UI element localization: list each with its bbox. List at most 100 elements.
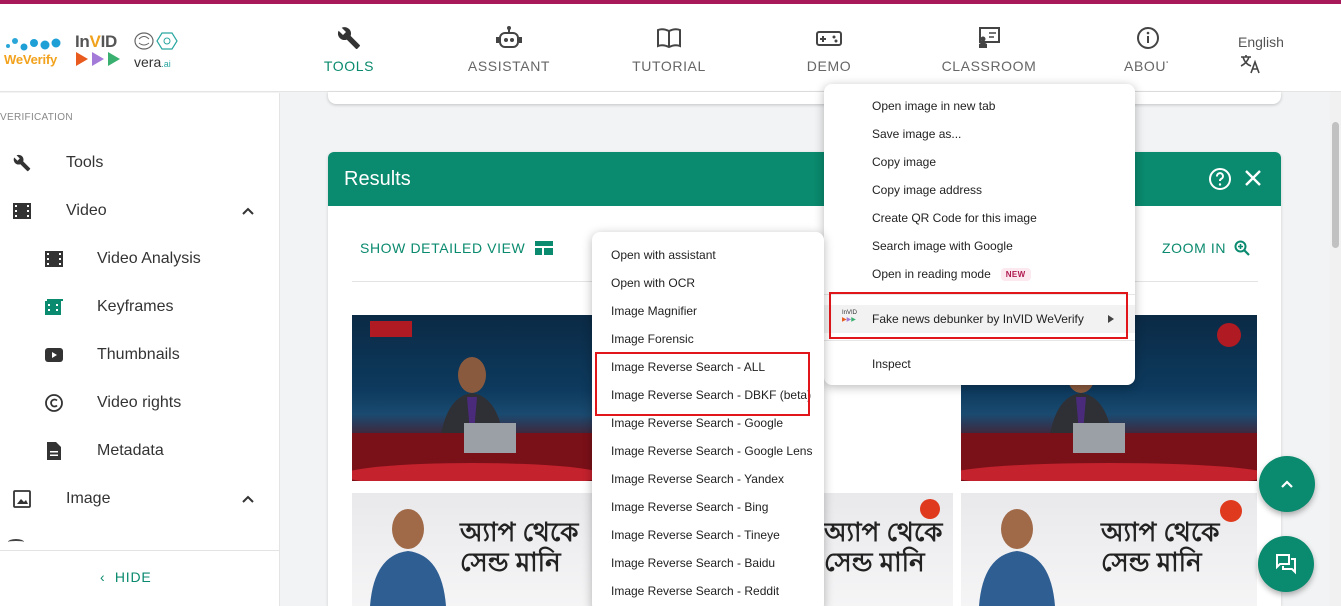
menu-image-forensic[interactable]: Image Forensic	[592, 325, 824, 353]
sidebar-item-video-rights[interactable]: Video rights	[0, 383, 279, 423]
menu-save-image-as[interactable]: Save image as...	[824, 120, 1135, 148]
menu-reverse-search-dbkf[interactable]: Image Reverse Search - DBKF (beta)	[592, 381, 824, 409]
new-badge: NEW	[1000, 267, 1031, 281]
sidebar-item-label: Metadata	[97, 442, 164, 459]
sidebar-item-label: Thumbnails	[97, 346, 180, 363]
close-icon[interactable]	[1242, 167, 1264, 189]
nav-classroom-label: CLASSROOM	[941, 58, 1037, 74]
menu-reverse-search-reddit[interactable]: Image Reverse Search - Reddit	[592, 577, 824, 605]
sidebar-item-thumbnails[interactable]: Thumbnails	[0, 335, 279, 375]
menu-reverse-search-bing[interactable]: Image Reverse Search - Bing	[592, 493, 824, 521]
ad-headline: অ্যাপ থেকে সেন্ড মানি	[824, 517, 943, 577]
brain-icon	[134, 32, 178, 50]
chevron-up-icon[interactable]	[240, 491, 256, 507]
keyframe-thumbnail[interactable]	[352, 315, 594, 481]
page-scrollbar[interactable]	[1330, 92, 1341, 606]
nav-about-label: ABOUT	[1124, 58, 1168, 74]
invid-extension-icon: InVID ▶▶▶	[842, 310, 858, 323]
nav-demo-label: DEMO	[806, 58, 852, 74]
weverify-dots-icon	[6, 38, 61, 51]
vera-wordmark: vera.ai	[134, 54, 171, 70]
menu-image-magnifier[interactable]: Image Magnifier	[592, 297, 824, 325]
app-header: WeVerify InVID vera.ai TOOLS ASSISTANT T…	[0, 4, 1341, 92]
nav-assistant[interactable]: ASSISTANT	[466, 24, 552, 84]
menu-separator	[824, 340, 1135, 341]
document-icon	[47, 442, 61, 460]
sidebar-item-video-analysis[interactable]: Video Analysis	[0, 239, 279, 279]
copyright-icon	[45, 394, 63, 412]
keyframe-thumbnail[interactable]: অ্যাপ থেকে সেন্ড মানি	[961, 493, 1257, 606]
invid-logo[interactable]: InVID	[75, 32, 117, 52]
weverify-logo[interactable]: WeVerify	[4, 34, 64, 68]
nav-classroom[interactable]: CLASSROOM	[940, 24, 1038, 84]
menu-fake-news-debunker[interactable]: InVID ▶▶▶ Fake news debunker by InVID WeV…	[824, 305, 1135, 333]
menu-reverse-search-baidu[interactable]: Image Reverse Search - Baidu	[592, 549, 824, 577]
sidebar-item-label: Video rights	[97, 394, 182, 411]
info-icon	[1137, 27, 1159, 49]
zoom-in-icon	[1234, 240, 1250, 256]
nav-tools[interactable]: TOOLS	[318, 24, 380, 84]
menu-copy-image[interactable]: Copy image	[824, 148, 1135, 176]
book-icon	[657, 28, 681, 49]
menu-copy-image-address[interactable]: Copy image address	[824, 176, 1135, 204]
vera-ai-logo[interactable]: vera.ai	[132, 30, 184, 70]
sidebar-section-title: VERIFICATION	[0, 112, 73, 123]
chevron-up-icon[interactable]	[240, 203, 256, 219]
menu-create-qr-code[interactable]: Create QR Code for this image	[824, 204, 1135, 232]
chat-icon	[1276, 554, 1296, 575]
menu-inspect[interactable]: Inspect	[824, 350, 1135, 378]
invid-triangles-icon	[76, 52, 120, 66]
hide-sidebar-button[interactable]: ‹ HIDE	[100, 569, 152, 585]
image-icon	[13, 490, 31, 508]
film-icon	[13, 203, 31, 219]
nav-about[interactable]: ABOUT	[1120, 24, 1168, 84]
sidebar-item-label: Tools	[66, 154, 104, 171]
menu-open-with-assistant[interactable]: Open with assistant	[592, 241, 824, 269]
wrench-icon	[337, 27, 360, 49]
nav-tools-label: TOOLS	[323, 58, 375, 74]
chat-button[interactable]	[1258, 536, 1314, 592]
translate-icon[interactable]	[1240, 54, 1262, 74]
menu-reverse-search-google-lens[interactable]: Image Reverse Search - Google Lens	[592, 437, 824, 465]
sidebar-item-metadata[interactable]: Metadata	[0, 431, 279, 471]
keyframe-thumbnail[interactable]: অ্যাপ থেকে সেন্ড মানি	[352, 493, 594, 606]
nav-tutorial[interactable]: TUTORIAL	[630, 24, 708, 84]
keyframes-icon	[45, 299, 63, 315]
scroll-to-top-button[interactable]	[1259, 456, 1315, 512]
menu-open-image-new-tab[interactable]: Open image in new tab	[824, 92, 1135, 120]
menu-reverse-search-yandex[interactable]: Image Reverse Search - Yandex	[592, 465, 824, 493]
help-icon[interactable]	[1208, 167, 1232, 191]
film-icon	[45, 251, 63, 267]
sidebar-item-image[interactable]: Image	[0, 479, 279, 519]
menu-reverse-search-all[interactable]: Image Reverse Search - ALL	[592, 353, 824, 381]
classroom-icon	[979, 27, 1000, 48]
language-label[interactable]: English	[1238, 34, 1284, 50]
menu-open-reading-mode[interactable]: Open in reading mode NEW	[824, 260, 1135, 288]
sidebar-item-label: Keyframes	[97, 298, 174, 315]
zoom-in-button[interactable]: ZOOM IN	[1162, 240, 1250, 256]
nav-tutorial-label: TUTORIAL	[632, 58, 706, 74]
scrollbar-thumb[interactable]	[1332, 122, 1339, 248]
menu-separator	[824, 294, 1135, 295]
results-title: Results	[344, 168, 411, 190]
view-quilt-icon	[535, 241, 554, 255]
nav-demo[interactable]: DEMO	[802, 24, 856, 84]
chevron-up-icon	[1281, 480, 1293, 488]
wrench-icon	[13, 154, 31, 172]
sidebar-footer: ‹ HIDE	[0, 550, 279, 606]
menu-reverse-search-tineye[interactable]: Image Reverse Search - Tineye	[592, 521, 824, 549]
keyframe-thumbnail[interactable]: অ্যাপ থেকে সেন্ড মানি	[824, 493, 953, 606]
menu-reverse-search-google[interactable]: Image Reverse Search - Google	[592, 409, 824, 437]
sidebar-item-keyframes[interactable]: Keyframes	[0, 287, 279, 327]
sidebar-partial-icon	[8, 539, 24, 545]
show-detailed-view-button[interactable]: SHOW DETAILED VIEW	[360, 240, 554, 256]
ad-headline: অ্যাপ থেকে সেন্ড মানি	[1101, 517, 1220, 577]
nav-assistant-label: ASSISTANT	[467, 58, 551, 74]
sidebar-item-label: Image	[66, 490, 111, 507]
submenu-arrow-icon	[1108, 315, 1114, 323]
sidebar-item-tools[interactable]: Tools	[0, 143, 279, 183]
sidebar-item-video[interactable]: Video	[0, 191, 279, 231]
menu-open-with-ocr[interactable]: Open with OCR	[592, 269, 824, 297]
menu-search-image-google[interactable]: Search image with Google	[824, 232, 1135, 260]
sidebar: VERIFICATION Tools Video Video Analysis …	[0, 93, 280, 606]
